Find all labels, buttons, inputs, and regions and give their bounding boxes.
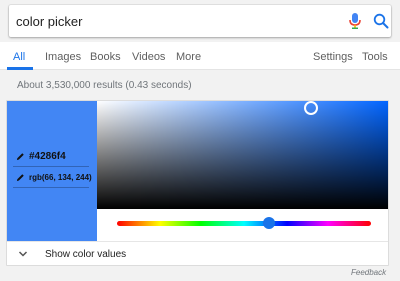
tab-more[interactable]: More [176,51,201,63]
saturation-brightness-area[interactable] [97,101,388,209]
tab-settings[interactable]: Settings [313,51,353,63]
pencil-icon [16,174,24,182]
results-stats: About 3,530,000 results (0.43 seconds) [17,80,192,91]
rgb-value: rgb(66, 134, 244) [29,173,92,182]
tab-all[interactable]: All [13,51,25,63]
search-input[interactable] [16,5,316,37]
feedback-link[interactable]: Feedback [351,268,386,277]
hex-value-field[interactable]: #4286f4 [13,147,89,167]
pencil-icon [16,153,24,161]
search-icon[interactable] [373,13,389,29]
active-tab-indicator [7,67,33,70]
search-tabs: All Images Books Videos More Settings To… [0,42,400,70]
color-picker-card: #4286f4 rgb(66, 134, 244) Show color val… [6,100,389,266]
hue-slider-thumb[interactable] [263,217,275,229]
show-color-values-label: Show color values [45,249,127,260]
tab-tools[interactable]: Tools [362,51,388,63]
tab-images[interactable]: Images [45,51,81,63]
chevron-down-icon [18,251,28,257]
mic-icon[interactable] [348,13,362,29]
saturation-handle[interactable] [304,101,318,115]
color-swatch: #4286f4 rgb(66, 134, 244) [7,101,97,241]
search-box[interactable] [9,5,391,37]
hex-value: #4286f4 [29,151,66,162]
rgb-value-field[interactable]: rgb(66, 134, 244) [13,168,92,188]
show-color-values-toggle[interactable]: Show color values [7,241,388,265]
hue-slider[interactable] [117,221,371,226]
tab-books[interactable]: Books [90,51,121,63]
tab-videos[interactable]: Videos [132,51,165,63]
